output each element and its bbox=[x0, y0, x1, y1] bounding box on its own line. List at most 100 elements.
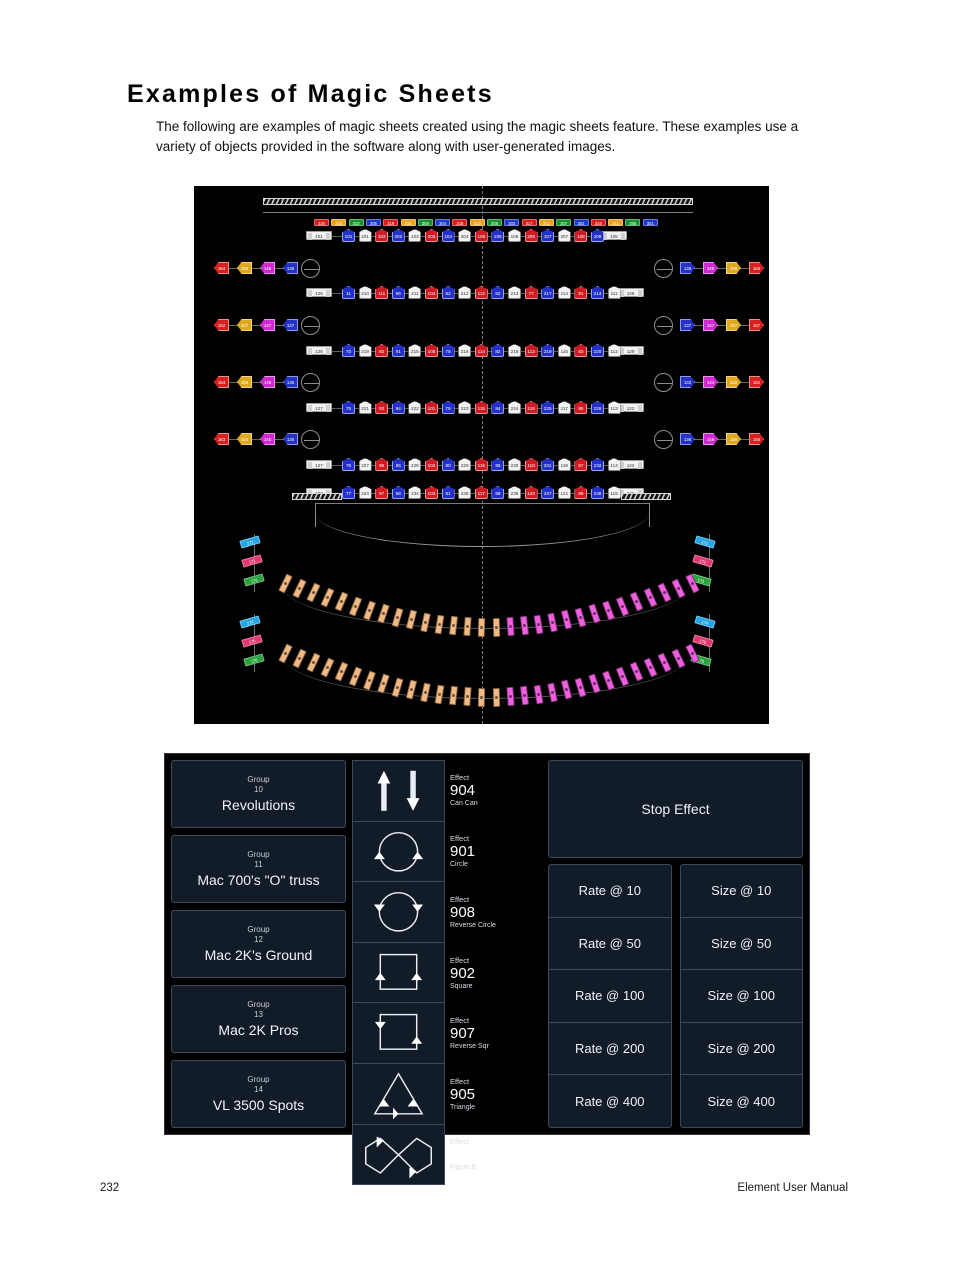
boom-fixture: 166 bbox=[749, 433, 764, 445]
rate-button[interactable]: Rate @ 400 bbox=[548, 1075, 672, 1128]
electric-fixture: 86 bbox=[491, 458, 505, 471]
electric-fixture: 211 bbox=[408, 286, 422, 299]
electric-fixture: 226 bbox=[591, 401, 604, 414]
side-truss-fixture: 174 bbox=[239, 615, 261, 629]
electric-fixture: 101 bbox=[425, 401, 438, 414]
boom-fixture: 156 bbox=[237, 376, 252, 388]
boom-ring bbox=[301, 430, 320, 449]
magic-sheet-effects-panel: Group 10 Revolutions Group 11 Mac 700's "O" t… bbox=[164, 753, 810, 1186]
rate-button[interactable]: Rate @ 200 bbox=[548, 1022, 672, 1076]
electric-fixture: 78 bbox=[441, 344, 455, 357]
effect-text: Effect 905 Triangle bbox=[445, 1064, 542, 1125]
electric-fixture: 229 bbox=[458, 458, 472, 471]
effect-number: 908 bbox=[450, 903, 476, 921]
manual-title: Element User Manual bbox=[737, 1182, 848, 1194]
group-button-label: Group bbox=[247, 1074, 270, 1084]
group-button-label: Group bbox=[247, 774, 270, 784]
electric-end-fixture: 101 bbox=[306, 231, 332, 240]
electric-fixture: 205 bbox=[491, 229, 505, 242]
electric-fixture: 223 bbox=[458, 401, 472, 414]
effect-description: Reverse Sqr bbox=[450, 1043, 489, 1051]
electric-fixture: 213 bbox=[508, 286, 521, 299]
boom-ring bbox=[301, 373, 320, 392]
effect-number: 901 bbox=[450, 843, 476, 861]
effect-icon-button-904[interactable] bbox=[352, 760, 445, 822]
effect-icon-button-908[interactable] bbox=[352, 882, 445, 943]
effect-description: Circle bbox=[450, 861, 468, 869]
boom-fixture: 136 bbox=[283, 262, 298, 274]
effect-icon-button-901[interactable] bbox=[352, 821, 445, 883]
electric-fixture: 82 bbox=[491, 286, 505, 299]
control-button-column: Stop Effect Rate @ 10 Rate @ 50 Rate @ 100… bbox=[548, 760, 803, 1128]
group-button-10[interactable]: Group 10 Revolutions bbox=[171, 760, 346, 828]
effect-description: Figure 8 bbox=[450, 1164, 476, 1172]
effect-row: Effect 903 Figure 8 bbox=[352, 1124, 542, 1186]
electric-fixture: 114 bbox=[557, 286, 571, 299]
channel-chip: 316 bbox=[590, 219, 606, 226]
effect-icon-button-902[interactable] bbox=[352, 942, 445, 1004]
electric-fixture: 75 bbox=[342, 401, 355, 414]
group-button-13[interactable]: Group 13 Mac 2K Pros bbox=[171, 985, 346, 1053]
effect-number: 902 bbox=[450, 964, 476, 982]
manual-page: Examples of Magic Sheets The following a… bbox=[0, 0, 954, 1272]
electric-fixture: 103 bbox=[408, 229, 422, 242]
boom-fixture: 155 bbox=[237, 433, 252, 445]
electric-fixture: 95 bbox=[375, 458, 389, 471]
electric-fixture: 220 bbox=[591, 344, 604, 357]
size-button[interactable]: Size @ 100 bbox=[679, 970, 803, 1023]
effect-button-column: Effect 904 Can Can Effect 901 Circle Effect 9… bbox=[352, 760, 542, 1186]
group-button-11[interactable]: Group 11 Mac 700's "O" truss bbox=[171, 835, 346, 903]
effect-icon-button-905[interactable] bbox=[352, 1063, 445, 1125]
boom-fixture: 162 bbox=[749, 376, 764, 388]
group-button-name: VL 3500 Spots bbox=[212, 1096, 305, 1113]
electric-end-fixture: 128 bbox=[617, 288, 644, 297]
electric-fixture: 87 bbox=[574, 458, 588, 471]
channel-chip: 304 bbox=[435, 219, 451, 226]
size-button[interactable]: Size @ 400 bbox=[679, 1075, 803, 1128]
boom-fixture: 164 bbox=[214, 262, 229, 274]
rate-button[interactable]: Rate @ 10 bbox=[548, 864, 672, 918]
group-button-label: Group bbox=[247, 924, 270, 934]
electric-fixture: 215 bbox=[408, 344, 422, 357]
boom-fixture: 166 bbox=[749, 262, 764, 274]
boom-ring bbox=[654, 430, 673, 449]
channel-chip: 310 bbox=[348, 219, 364, 226]
effect-icon-button-903[interactable] bbox=[352, 1124, 445, 1186]
rate-button[interactable]: Rate @ 100 bbox=[548, 970, 672, 1023]
electric-fixture: 82 bbox=[491, 344, 505, 357]
group-button-number: 13 bbox=[254, 1009, 263, 1019]
group-button-12[interactable]: Group 12 Mac 2K's Ground bbox=[171, 910, 346, 978]
channel-chip: 306 bbox=[625, 219, 641, 226]
electric-fixture: 207 bbox=[557, 229, 571, 242]
size-button[interactable]: Size @ 50 bbox=[679, 917, 803, 971]
electric-fixture: 102 bbox=[425, 458, 438, 471]
rate-button[interactable]: Rate @ 50 bbox=[548, 917, 672, 971]
electric-fixture: 231 bbox=[541, 458, 555, 471]
boom-fixture: 136 bbox=[680, 433, 695, 445]
boom-fixture: 156 bbox=[726, 262, 741, 274]
boom-fixture: 147 bbox=[260, 319, 275, 331]
electric-fixture: 114 bbox=[474, 344, 488, 357]
up-down-arrows-icon bbox=[377, 770, 420, 811]
electric-fixture: 79 bbox=[441, 401, 455, 414]
effect-number: 904 bbox=[450, 782, 476, 800]
electric-fixture: 227 bbox=[358, 458, 372, 471]
group-button-14[interactable]: Group 14 VL 3500 Spots bbox=[171, 1060, 346, 1128]
apron-curve bbox=[315, 486, 649, 547]
size-button[interactable]: Size @ 10 bbox=[679, 864, 803, 918]
electric-fixture: 115 bbox=[557, 344, 571, 357]
electric-fixture: 218 bbox=[508, 344, 521, 357]
electric-fixture: 104 bbox=[441, 229, 455, 242]
electric-fixture: 112 bbox=[474, 286, 488, 299]
side-truss-fixture: 174 bbox=[694, 615, 716, 629]
electric-fixture: 70 bbox=[342, 344, 355, 357]
channel-chip: 303 bbox=[504, 219, 520, 226]
page-number: 232 bbox=[100, 1182, 120, 1194]
boom-fixture: 146 bbox=[260, 376, 275, 388]
effect-icon-button-907[interactable] bbox=[352, 1003, 445, 1064]
stop-effect-button[interactable]: Stop Effect bbox=[548, 760, 803, 858]
size-button[interactable]: Size @ 200 bbox=[679, 1022, 803, 1076]
effect-row: Effect 905 Triangle bbox=[352, 1063, 542, 1125]
boom-fixture: 135 bbox=[283, 433, 298, 445]
electric-fixture: 219 bbox=[541, 344, 555, 357]
